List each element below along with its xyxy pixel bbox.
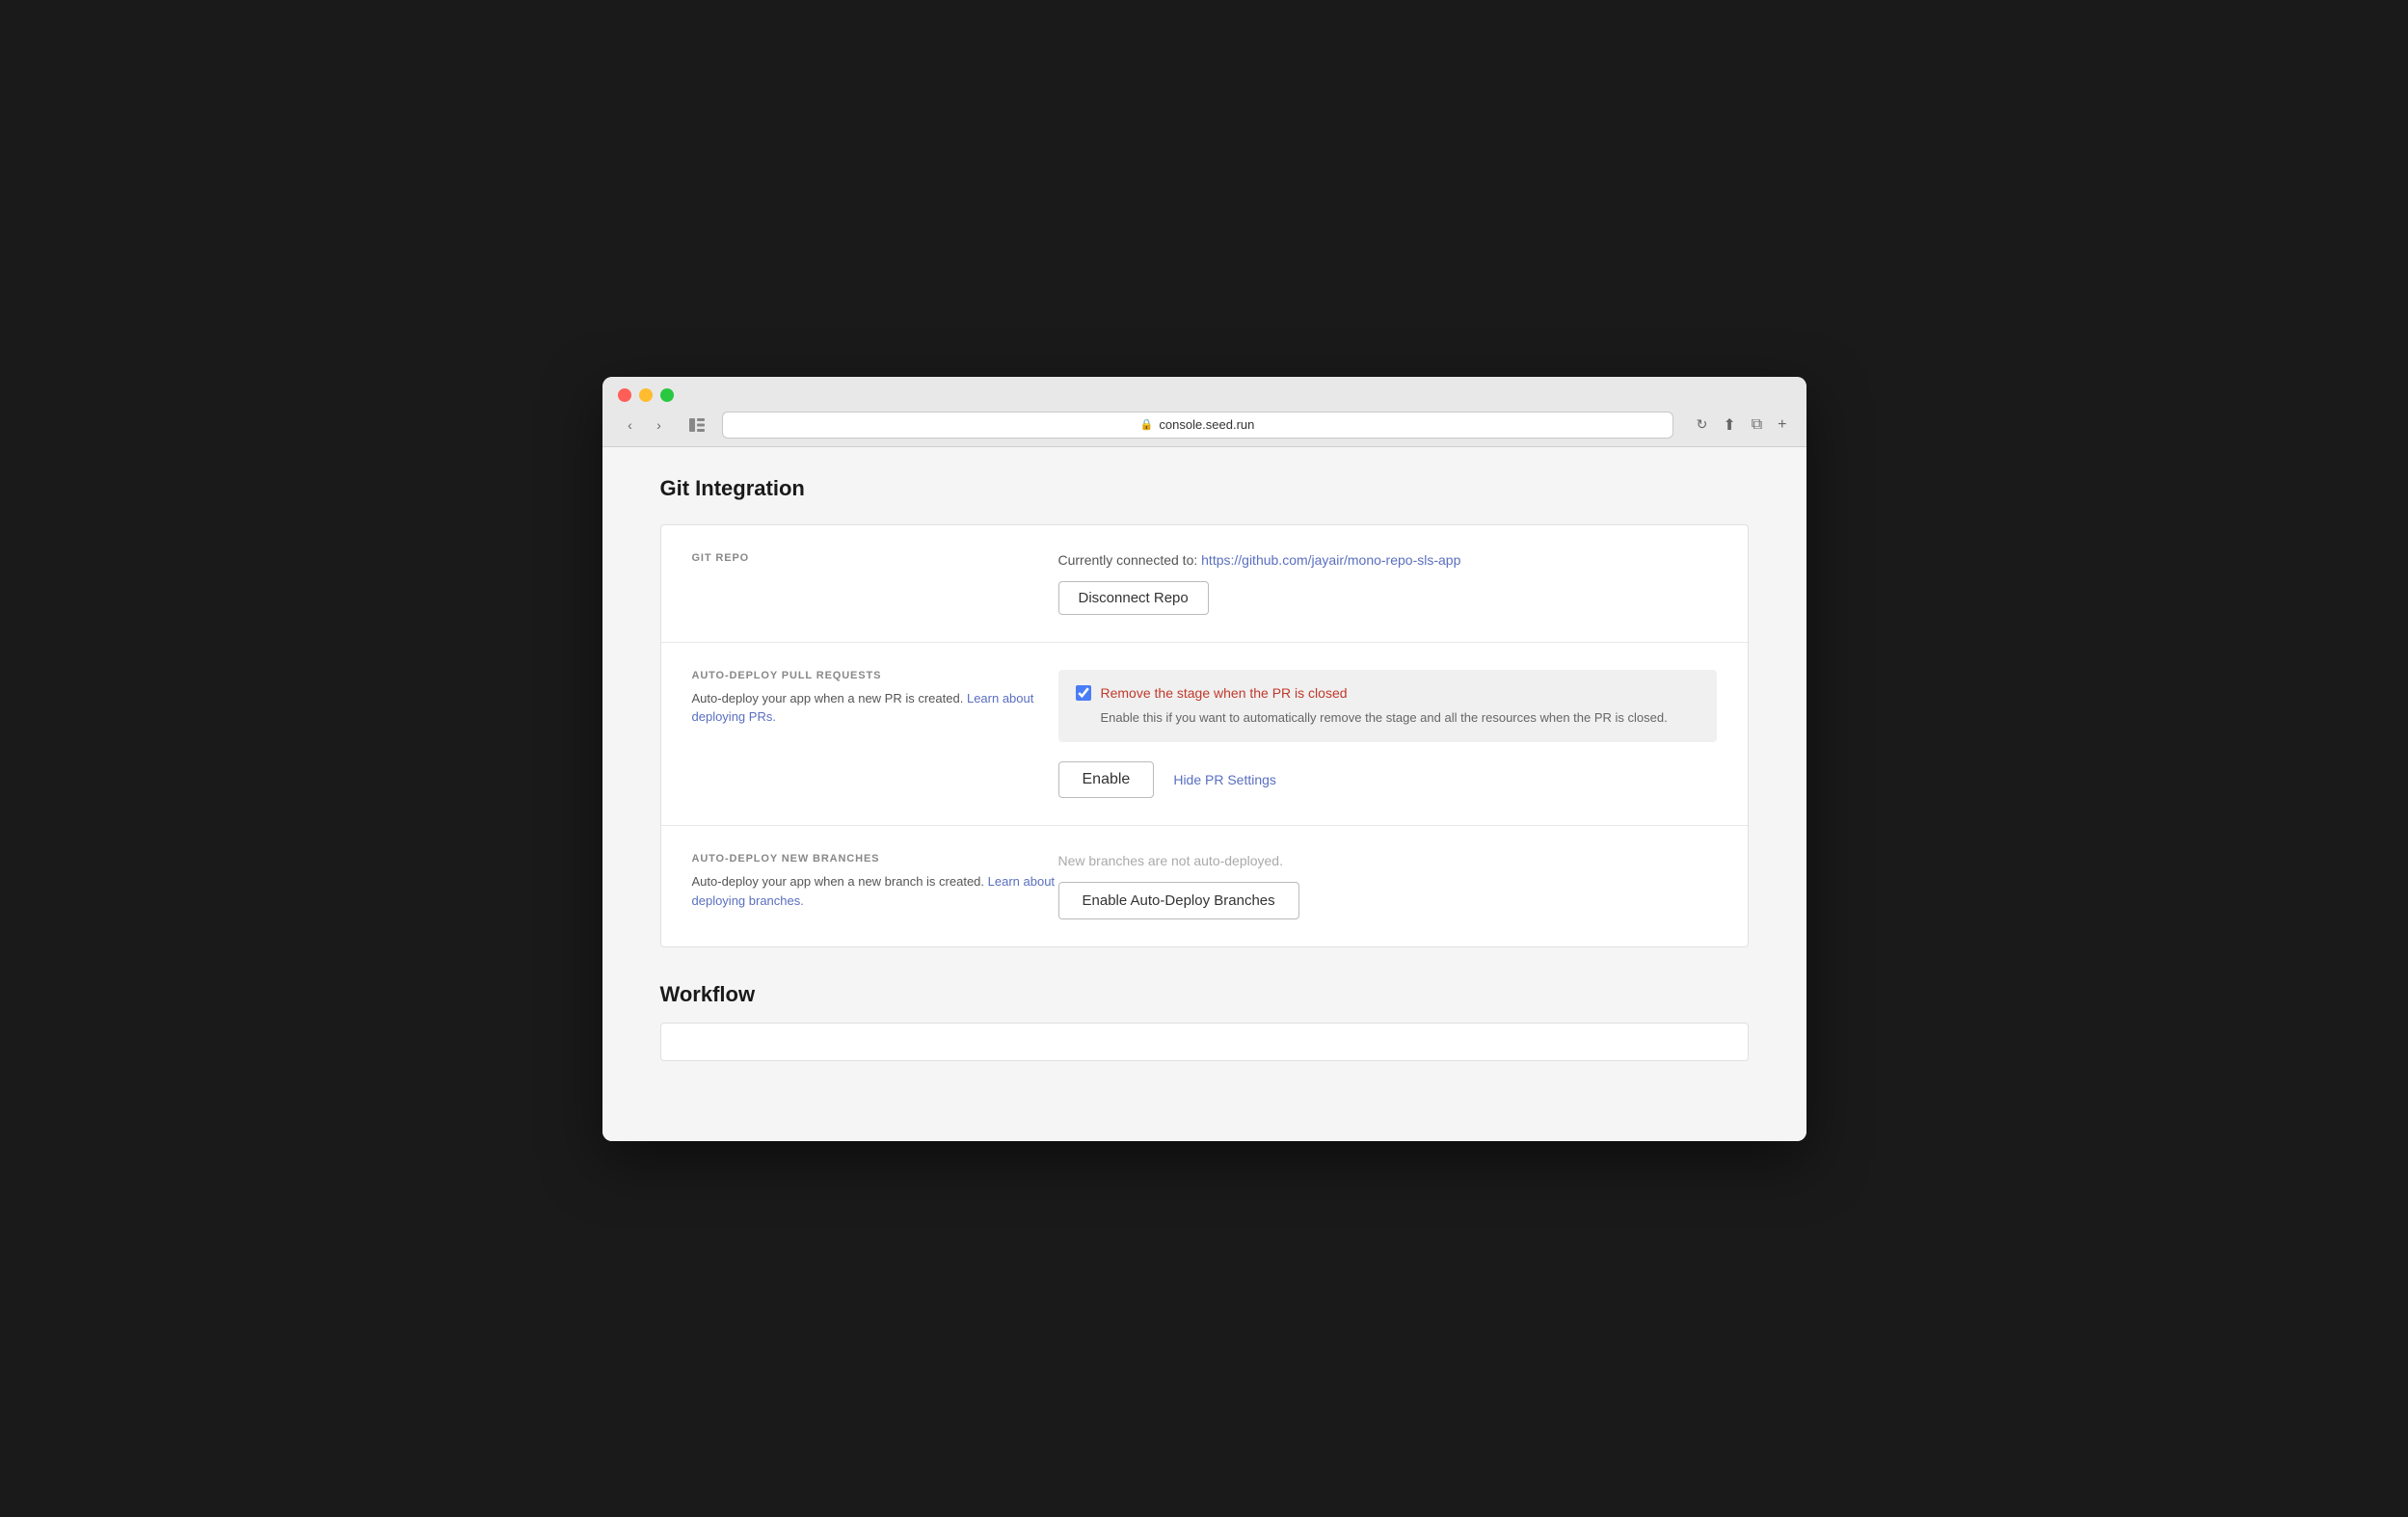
auto-deploy-branches-description: Auto-deploy your app when a new branch i… (692, 872, 1058, 910)
enable-pr-button[interactable]: Enable (1058, 761, 1155, 798)
auto-deploy-pr-label-col: AUTO-DEPLOY PULL REQUESTS Auto-deploy yo… (692, 670, 1058, 799)
remove-stage-label: Remove the stage when the PR is closed (1101, 685, 1348, 701)
auto-deploy-branches-label-col: AUTO-DEPLOY NEW BRANCHES Auto-deploy you… (692, 853, 1058, 919)
repo-url-link[interactable]: https://github.com/jayair/mono-repo-sls-… (1201, 552, 1460, 568)
git-integration-card: GIT REPO Currently connected to: https:/… (660, 524, 1749, 948)
connected-text: Currently connected to: https://github.c… (1058, 552, 1717, 568)
traffic-light-red[interactable] (618, 388, 631, 402)
reload-icon: ↻ (1697, 416, 1708, 432)
remove-stage-description: Enable this if you want to automatically… (1076, 708, 1699, 728)
page-title: Git Integration (660, 476, 1749, 501)
git-repo-section: GIT REPO Currently connected to: https:/… (661, 525, 1748, 643)
remove-stage-checkbox[interactable] (1076, 685, 1091, 701)
auto-deploy-pr-section: AUTO-DEPLOY PULL REQUESTS Auto-deploy yo… (661, 643, 1748, 827)
auto-deploy-branches-desc-text: Auto-deploy your app when a new branch i… (692, 874, 985, 889)
forward-button[interactable]: › (647, 414, 672, 436)
traffic-light-green[interactable] (660, 388, 674, 402)
auto-deploy-branches-content: New branches are not auto-deployed. Enab… (1058, 853, 1717, 919)
browser-window: ‹ › 🔒 console.seed.run ↻ ⬆ (602, 377, 1806, 1141)
enable-auto-deploy-branches-button[interactable]: Enable Auto-Deploy Branches (1058, 882, 1299, 919)
share-button[interactable]: ⬆ (1719, 413, 1739, 437)
branches-status-text: New branches are not auto-deployed. (1058, 853, 1717, 868)
workflow-section: Workflow (660, 982, 1749, 1061)
pr-checkbox-row: Remove the stage when the PR is closed (1076, 685, 1699, 701)
git-repo-label: GIT REPO (692, 552, 1058, 564)
disconnect-repo-button[interactable]: Disconnect Repo (1058, 581, 1209, 615)
connected-prefix: Currently connected to: (1058, 552, 1198, 568)
workflow-card (660, 1023, 1749, 1061)
reload-button[interactable]: ↻ (1693, 413, 1712, 437)
back-button[interactable]: ‹ (618, 414, 643, 436)
pr-settings-panel: Remove the stage when the PR is closed E… (1058, 670, 1717, 743)
url-text: console.seed.run (1159, 417, 1254, 432)
lock-icon: 🔒 (1140, 418, 1154, 431)
auto-deploy-pr-description: Auto-deploy your app when a new PR is cr… (692, 689, 1058, 727)
auto-deploy-pr-content: Remove the stage when the PR is closed E… (1058, 670, 1717, 799)
sidebar-toggle-button[interactable] (683, 414, 710, 436)
git-repo-content: Currently connected to: https://github.c… (1058, 552, 1717, 615)
browser-toolbar: ‹ › 🔒 console.seed.run ↻ ⬆ (618, 412, 1791, 439)
auto-deploy-branches-label: AUTO-DEPLOY NEW BRANCHES (692, 853, 1058, 865)
add-tab-button[interactable]: + (1774, 413, 1790, 437)
nav-buttons: ‹ › (618, 414, 672, 436)
auto-deploy-branches-section: AUTO-DEPLOY NEW BRANCHES Auto-deploy you… (661, 826, 1748, 946)
git-repo-label-col: GIT REPO (692, 552, 1058, 615)
browser-chrome: ‹ › 🔒 console.seed.run ↻ ⬆ (602, 377, 1806, 447)
browser-actions: ↻ ⬆ ⧉ + (1693, 413, 1791, 437)
traffic-light-yellow[interactable] (639, 388, 653, 402)
hide-pr-settings-link[interactable]: Hide PR Settings (1173, 772, 1276, 787)
page-content: Git Integration GIT REPO Currently conne… (602, 447, 1806, 1141)
new-tab-button[interactable]: ⧉ (1748, 413, 1766, 437)
address-bar[interactable]: 🔒 console.seed.run (722, 412, 1673, 439)
traffic-lights (618, 388, 1791, 402)
auto-deploy-pr-label: AUTO-DEPLOY PULL REQUESTS (692, 670, 1058, 681)
workflow-title: Workflow (660, 982, 1749, 1007)
pr-btn-row: Enable Hide PR Settings (1058, 761, 1717, 798)
auto-deploy-pr-desc-text: Auto-deploy your app when a new PR is cr… (692, 691, 964, 705)
